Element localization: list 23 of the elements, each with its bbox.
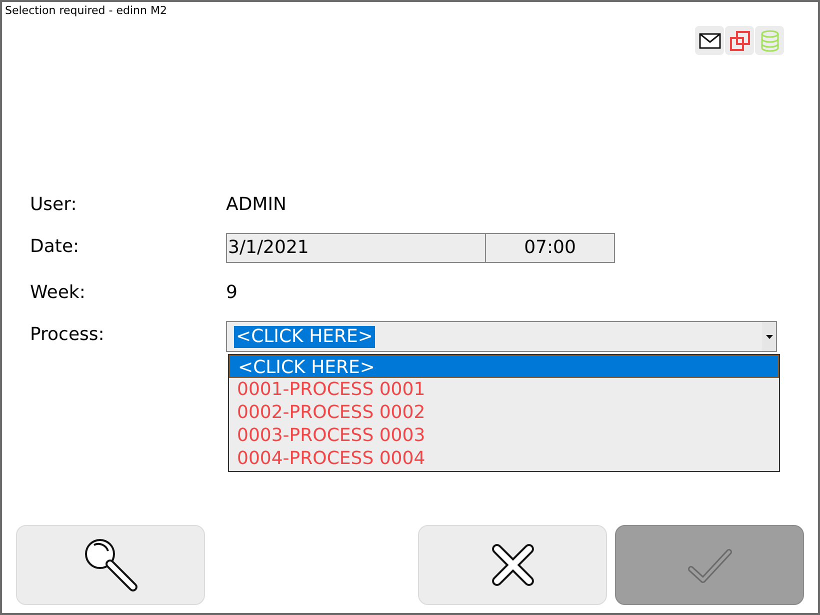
field-label: Week: bbox=[30, 280, 86, 304]
dropdown-option[interactable]: 0001-PROCESS 0001 bbox=[229, 378, 779, 401]
window-title: Selection required - edinn M2 bbox=[4, 3, 167, 18]
time-field[interactable]: 07:00 bbox=[486, 233, 615, 263]
dropdown-option[interactable]: <CLICK HERE> bbox=[229, 355, 779, 378]
selected-text: <CLICK HERE> bbox=[234, 326, 375, 348]
field-label: User: bbox=[30, 192, 78, 216]
cancel-button[interactable] bbox=[418, 525, 607, 605]
field-value: ADMIN bbox=[226, 192, 286, 216]
checkmark-icon bbox=[686, 547, 732, 583]
dropdown-option[interactable]: 0004-PROCESS 0004 bbox=[229, 447, 779, 470]
dropdown-option[interactable]: 0003-PROCESS 0003 bbox=[229, 424, 779, 447]
magnifier-icon bbox=[82, 537, 138, 593]
close-icon bbox=[490, 543, 534, 587]
dropdown-option[interactable]: 0002-PROCESS 0002 bbox=[229, 401, 779, 424]
field-label: Date: bbox=[30, 235, 80, 259]
caret-icon[interactable] bbox=[762, 322, 776, 351]
date-field[interactable]: 3/1/2021 bbox=[226, 233, 486, 263]
field-label: Process: bbox=[30, 323, 106, 347]
search-button[interactable] bbox=[16, 525, 205, 605]
process-dropdown[interactable]: <CLICK HERE> bbox=[226, 321, 777, 352]
field-value: 9 bbox=[226, 280, 238, 304]
envelope-icon[interactable] bbox=[695, 26, 724, 55]
